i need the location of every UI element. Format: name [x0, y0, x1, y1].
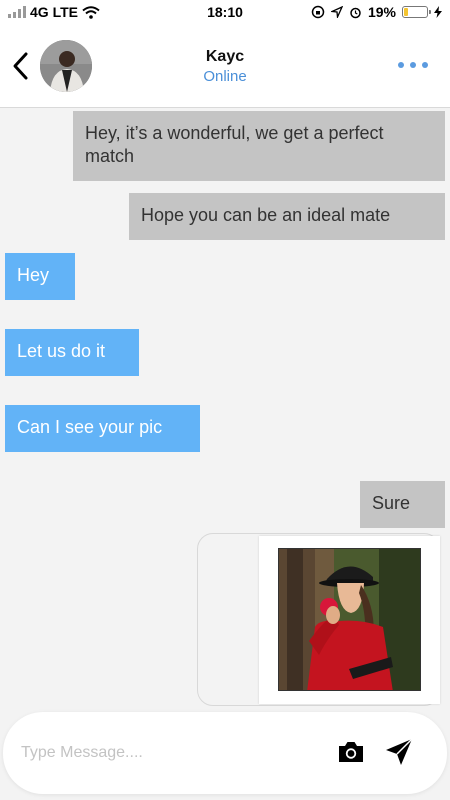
- more-dot: [422, 62, 428, 68]
- message-outgoing[interactable]: Sure: [360, 481, 445, 528]
- location-icon: [330, 6, 343, 18]
- contact-name: Kayc: [205, 48, 245, 65]
- photo-woman-red-sweater: [279, 549, 420, 690]
- more-horizontal-icon: [398, 62, 404, 68]
- rotation-lock-icon: [311, 5, 325, 19]
- status-bar: 4G LTE 18:10 19%: [0, 0, 450, 24]
- more-options-button[interactable]: [394, 58, 432, 72]
- message-composer: [3, 712, 447, 794]
- battery-icon: [402, 6, 431, 18]
- message-incoming[interactable]: Let us do it: [5, 329, 139, 376]
- camera-button[interactable]: [336, 738, 366, 766]
- message-outgoing[interactable]: Hey, it’s a wonderful, we get a perfect …: [73, 111, 445, 181]
- status-right: 19%: [311, 4, 442, 20]
- more-dot: [410, 62, 416, 68]
- contact-status: Online: [203, 68, 247, 85]
- send-icon: [386, 738, 413, 765]
- battery-fill: [404, 8, 409, 16]
- battery-percent: 19%: [367, 4, 396, 20]
- charging-bolt-icon: [434, 6, 442, 18]
- message-input[interactable]: [21, 738, 311, 768]
- shared-photo[interactable]: [278, 548, 421, 691]
- send-button[interactable]: [383, 736, 415, 768]
- message-outgoing[interactable]: Hope you can be an ideal mate: [129, 193, 445, 240]
- alarm-icon: [350, 7, 361, 18]
- chat-header: Kayc Online: [0, 24, 450, 108]
- camera-icon: [339, 742, 363, 762]
- message-incoming[interactable]: Can I see your pic: [5, 405, 200, 452]
- message-incoming[interactable]: Hey: [5, 253, 75, 300]
